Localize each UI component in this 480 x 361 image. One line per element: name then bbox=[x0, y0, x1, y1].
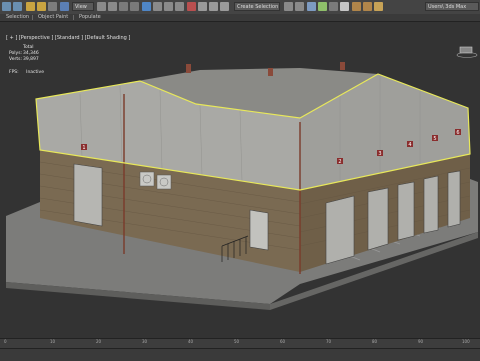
door-number: 6 bbox=[456, 130, 459, 136]
spinner-snap-icon[interactable] bbox=[220, 2, 229, 11]
timeline-tick: 10 bbox=[50, 339, 56, 344]
door-number-badge: 4 bbox=[407, 141, 413, 148]
render-frame-icon[interactable] bbox=[363, 2, 372, 11]
loading-door bbox=[73, 163, 103, 227]
ac-unit bbox=[139, 171, 155, 187]
door-number: 5 bbox=[433, 136, 436, 142]
door-number: 3 bbox=[378, 151, 381, 157]
material-editor-icon[interactable] bbox=[340, 2, 349, 11]
timeline-tick: 60 bbox=[280, 339, 286, 344]
view-dropdown[interactable]: View bbox=[72, 2, 94, 11]
select-by-name-icon[interactable] bbox=[108, 2, 117, 11]
curve-editor-icon[interactable] bbox=[318, 2, 327, 11]
layers-icon[interactable] bbox=[307, 2, 316, 11]
timeline-tick: 30 bbox=[142, 339, 148, 344]
scale-icon[interactable] bbox=[164, 2, 173, 11]
percent-snap-icon[interactable] bbox=[209, 2, 218, 11]
main-toolbar: View Create Selection Se Users\ 3ds Max bbox=[0, 0, 480, 15]
loading-door bbox=[447, 170, 461, 228]
tab-selection[interactable]: Selection bbox=[6, 14, 29, 21]
tab-populate[interactable]: Populate bbox=[79, 14, 101, 21]
rect-region-icon[interactable] bbox=[119, 2, 128, 11]
door-number-badge: 5 bbox=[432, 135, 438, 142]
pivot-icon[interactable] bbox=[175, 2, 184, 11]
timeline-tick: 20 bbox=[96, 339, 102, 344]
workspace-dropdown[interactable]: Users\ 3ds Max bbox=[425, 2, 479, 11]
window-crossing-icon[interactable] bbox=[130, 2, 139, 11]
door-number-badge: 1 bbox=[81, 144, 87, 151]
timeline-tick: 90 bbox=[418, 339, 424, 344]
door-number-badge: 2 bbox=[337, 158, 343, 165]
unlink-icon[interactable] bbox=[37, 2, 46, 11]
link-icon[interactable] bbox=[26, 2, 35, 11]
timeline-tick: 80 bbox=[372, 339, 378, 344]
entrance-door bbox=[249, 209, 269, 251]
door-number-badge: 3 bbox=[377, 150, 383, 157]
selection-set-dropdown[interactable]: Create Selection Se bbox=[234, 2, 280, 11]
status-bar bbox=[0, 348, 480, 361]
loading-door bbox=[367, 187, 389, 251]
bind-icon[interactable] bbox=[48, 2, 57, 11]
timeline-tick: 50 bbox=[234, 339, 240, 344]
perspective-viewport[interactable]: [ + ] [Perspective ] [Standard ] [Defaul… bbox=[0, 32, 480, 338]
render-icon[interactable] bbox=[374, 2, 383, 11]
mirror-icon[interactable] bbox=[284, 2, 293, 11]
roof-vent bbox=[268, 68, 273, 76]
roof-vent bbox=[186, 64, 191, 73]
rotate-icon[interactable] bbox=[153, 2, 162, 11]
door-number: 4 bbox=[408, 142, 411, 148]
schematic-icon[interactable] bbox=[329, 2, 338, 11]
loading-door bbox=[423, 175, 439, 234]
ribbon-panel bbox=[0, 22, 480, 32]
ribbon-tabs: Selection Object Paint Populate bbox=[0, 14, 480, 22]
timeline-tick: 70 bbox=[326, 339, 332, 344]
scene-building[interactable]: 1 2 3 4 5 6 bbox=[0, 32, 480, 338]
undo-icon[interactable] bbox=[2, 2, 11, 11]
roof-vent bbox=[340, 62, 345, 70]
door-number-badge: 6 bbox=[455, 129, 461, 136]
loading-door bbox=[325, 195, 355, 265]
loading-door bbox=[397, 181, 415, 241]
door-number: 2 bbox=[338, 159, 341, 165]
timeline-tick: 100 bbox=[462, 339, 470, 344]
ac-unit bbox=[156, 174, 172, 190]
timeline-tick: 40 bbox=[188, 339, 194, 344]
angle-snap-icon[interactable] bbox=[198, 2, 207, 11]
select-filter-icon[interactable] bbox=[60, 2, 69, 11]
tab-object-paint[interactable]: Object Paint bbox=[38, 14, 68, 21]
timeline-tick: 0 bbox=[4, 339, 7, 344]
render-setup-icon[interactable] bbox=[352, 2, 361, 11]
move-icon[interactable] bbox=[142, 2, 151, 11]
snap-icon[interactable] bbox=[187, 2, 196, 11]
select-object-icon[interactable] bbox=[97, 2, 106, 11]
align-icon[interactable] bbox=[295, 2, 304, 11]
redo-icon[interactable] bbox=[13, 2, 22, 11]
door-number: 1 bbox=[82, 145, 85, 151]
